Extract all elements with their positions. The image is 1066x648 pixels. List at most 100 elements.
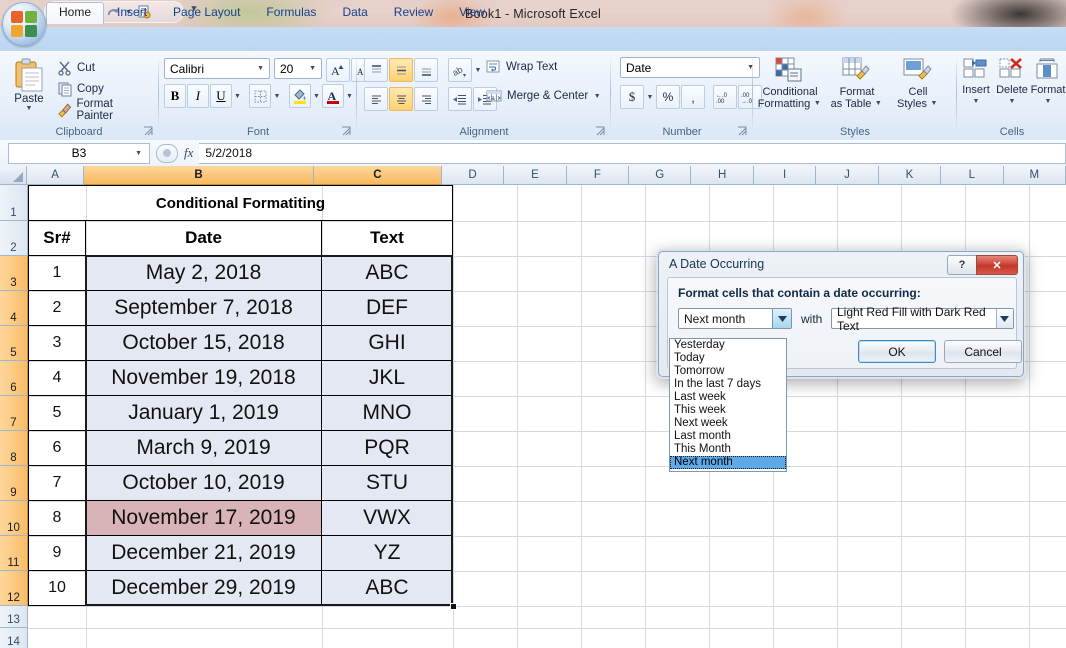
list-item-last-week[interactable]: Last week xyxy=(670,391,786,404)
cell-b3[interactable]: May 2, 2018 xyxy=(85,255,322,291)
column-header-e[interactable]: E xyxy=(504,166,566,185)
list-item-this-week[interactable]: This week xyxy=(670,404,786,417)
list-item-today[interactable]: Today xyxy=(670,352,786,365)
tab-insert[interactable]: Insert xyxy=(104,2,160,24)
column-header-f[interactable]: F xyxy=(567,166,629,185)
insert-function-icon[interactable]: fx xyxy=(184,145,193,161)
cell-b9[interactable]: October 10, 2019 xyxy=(85,465,322,501)
font-color-dropdown-arrow[interactable]: ▼ xyxy=(345,93,354,100)
row-header-4[interactable]: 4 xyxy=(0,291,28,326)
cell-c11[interactable]: YZ xyxy=(321,535,453,571)
cell-b2-header[interactable]: Date xyxy=(85,220,322,256)
cell-a12[interactable]: 10 xyxy=(28,570,86,606)
cell-styles-button[interactable]: Cell Styles ▼ xyxy=(889,56,947,122)
cell-a7[interactable]: 5 xyxy=(28,395,86,431)
orientation-dropdown-arrow[interactable]: ▼ xyxy=(473,67,483,74)
row-header-8[interactable]: 8 xyxy=(0,431,28,466)
cell-a11[interactable]: 9 xyxy=(28,535,86,571)
fill-color-dropdown-arrow[interactable]: ▼ xyxy=(312,93,321,100)
bold-button[interactable]: B xyxy=(164,84,186,108)
copy-button[interactable]: Copy xyxy=(54,78,150,99)
cell-b4[interactable]: September 7, 2018 xyxy=(85,290,322,326)
close-icon[interactable]: ✕ xyxy=(976,255,1018,275)
cut-button[interactable]: Cut xyxy=(54,57,150,78)
number-dialog-launcher[interactable] xyxy=(737,126,748,137)
accounting-format-button[interactable]: $ xyxy=(620,85,644,109)
row-header-2[interactable]: 2 xyxy=(0,221,28,256)
tab-home[interactable]: Home xyxy=(46,2,104,24)
column-header-h[interactable]: H xyxy=(691,166,753,185)
cell-a9[interactable]: 7 xyxy=(28,465,86,501)
list-item-this-month[interactable]: This Month xyxy=(670,443,786,456)
font-dialog-launcher[interactable] xyxy=(341,126,352,137)
row-header-14[interactable]: 14 xyxy=(0,628,28,648)
conditional-formatting-dropdown-arrow[interactable]: ▼ xyxy=(812,98,822,110)
cell-c2-header[interactable]: Text xyxy=(321,220,453,256)
bottom-align-button[interactable] xyxy=(414,58,438,82)
cell-b8[interactable]: March 9, 2019 xyxy=(85,430,322,466)
row-header-3[interactable]: 3 xyxy=(0,256,28,291)
formula-input[interactable]: 5/2/2018 xyxy=(199,143,1066,164)
column-header-l[interactable]: L xyxy=(941,166,1003,185)
font-size-combo[interactable]: 20 ▼ xyxy=(274,58,322,79)
top-align-button[interactable] xyxy=(364,58,388,82)
format-style-combo[interactable]: Light Red Fill with Dark Red Text xyxy=(831,308,1014,329)
comma-style-button[interactable]: , xyxy=(681,85,705,109)
underline-button[interactable]: U xyxy=(210,84,232,108)
column-header-j[interactable]: J xyxy=(816,166,878,185)
name-box[interactable]: B3 ▼ xyxy=(8,143,150,164)
cell-c8[interactable]: PQR xyxy=(321,430,453,466)
cell-c3[interactable]: ABC xyxy=(321,255,453,291)
ok-button[interactable]: OK xyxy=(858,340,936,363)
align-left-button[interactable] xyxy=(364,87,388,111)
row-header-10[interactable]: 10 xyxy=(0,501,28,536)
help-button[interactable]: ? xyxy=(947,255,976,275)
row-header-9[interactable]: 9 xyxy=(0,466,28,501)
number-format-combo[interactable]: Date ▼ xyxy=(620,57,760,78)
list-item-yesterday[interactable]: Yesterday xyxy=(670,339,786,352)
format-cells-dropdown-arrow[interactable]: ▼ xyxy=(1043,96,1053,108)
delete-cells-dropdown-arrow[interactable]: ▼ xyxy=(1007,96,1017,108)
decrease-indent-button[interactable] xyxy=(448,87,472,111)
cell-b7[interactable]: January 1, 2019 xyxy=(85,395,322,431)
fill-color-button[interactable] xyxy=(289,84,311,108)
list-item-tomorrow[interactable]: Tomorrow xyxy=(670,365,786,378)
column-header-i[interactable]: I xyxy=(754,166,816,185)
chevron-down-icon[interactable] xyxy=(772,309,791,328)
chevron-down-icon[interactable]: ▼ xyxy=(135,150,145,157)
cell-b11[interactable]: December 21, 2019 xyxy=(85,535,322,571)
dialog-title-bar[interactable]: A Date Occurring ? ✕ xyxy=(659,252,1023,276)
underline-dropdown-arrow[interactable]: ▼ xyxy=(233,93,242,100)
cell-b5[interactable]: October 15, 2018 xyxy=(85,325,322,361)
select-all-button[interactable] xyxy=(0,166,27,185)
borders-dropdown-arrow[interactable]: ▼ xyxy=(272,93,281,100)
cell-a2-header[interactable]: Sr# xyxy=(28,220,86,256)
merge-center-dropdown-arrow[interactable]: ▼ xyxy=(592,93,602,100)
cell-a10[interactable]: 8 xyxy=(28,500,86,536)
orientation-button[interactable]: ab xyxy=(448,58,472,82)
font-color-button[interactable]: A xyxy=(322,84,344,108)
chevron-down-icon[interactable] xyxy=(996,309,1013,328)
list-item-next-week[interactable]: Next week xyxy=(670,417,786,430)
cell-title-merged[interactable]: Conditional Formatiting xyxy=(28,185,453,221)
fill-handle[interactable] xyxy=(450,603,457,610)
cell-a6[interactable]: 4 xyxy=(28,360,86,396)
list-item-in-the-last-7-days[interactable]: In the last 7 days xyxy=(670,378,786,391)
row-header-13[interactable]: 13 xyxy=(0,606,28,628)
row-header-7[interactable]: 7 xyxy=(0,396,28,431)
column-header-m[interactable]: M xyxy=(1004,166,1066,185)
cell-b10-highlighted[interactable]: November 17, 2019 xyxy=(85,500,322,536)
date-occurrence-combo[interactable]: Next month xyxy=(678,308,792,329)
cell-c12[interactable]: ABC xyxy=(321,570,453,606)
insert-cells-dropdown-arrow[interactable]: ▼ xyxy=(971,96,981,108)
percent-style-button[interactable]: % xyxy=(656,85,680,109)
align-right-button[interactable] xyxy=(414,87,438,111)
cell-a3[interactable]: 1 xyxy=(28,255,86,291)
insert-cells-button[interactable]: Insert ▼ xyxy=(958,56,994,122)
tab-page-layout[interactable]: Page Layout xyxy=(160,2,253,24)
center-align-button[interactable] xyxy=(389,87,413,111)
column-header-c[interactable]: C xyxy=(314,166,442,185)
cancel-button[interactable]: Cancel xyxy=(944,340,1022,363)
tab-view[interactable]: View xyxy=(446,2,498,24)
increase-decimal-button[interactable]: ←.0.00 xyxy=(713,85,737,109)
